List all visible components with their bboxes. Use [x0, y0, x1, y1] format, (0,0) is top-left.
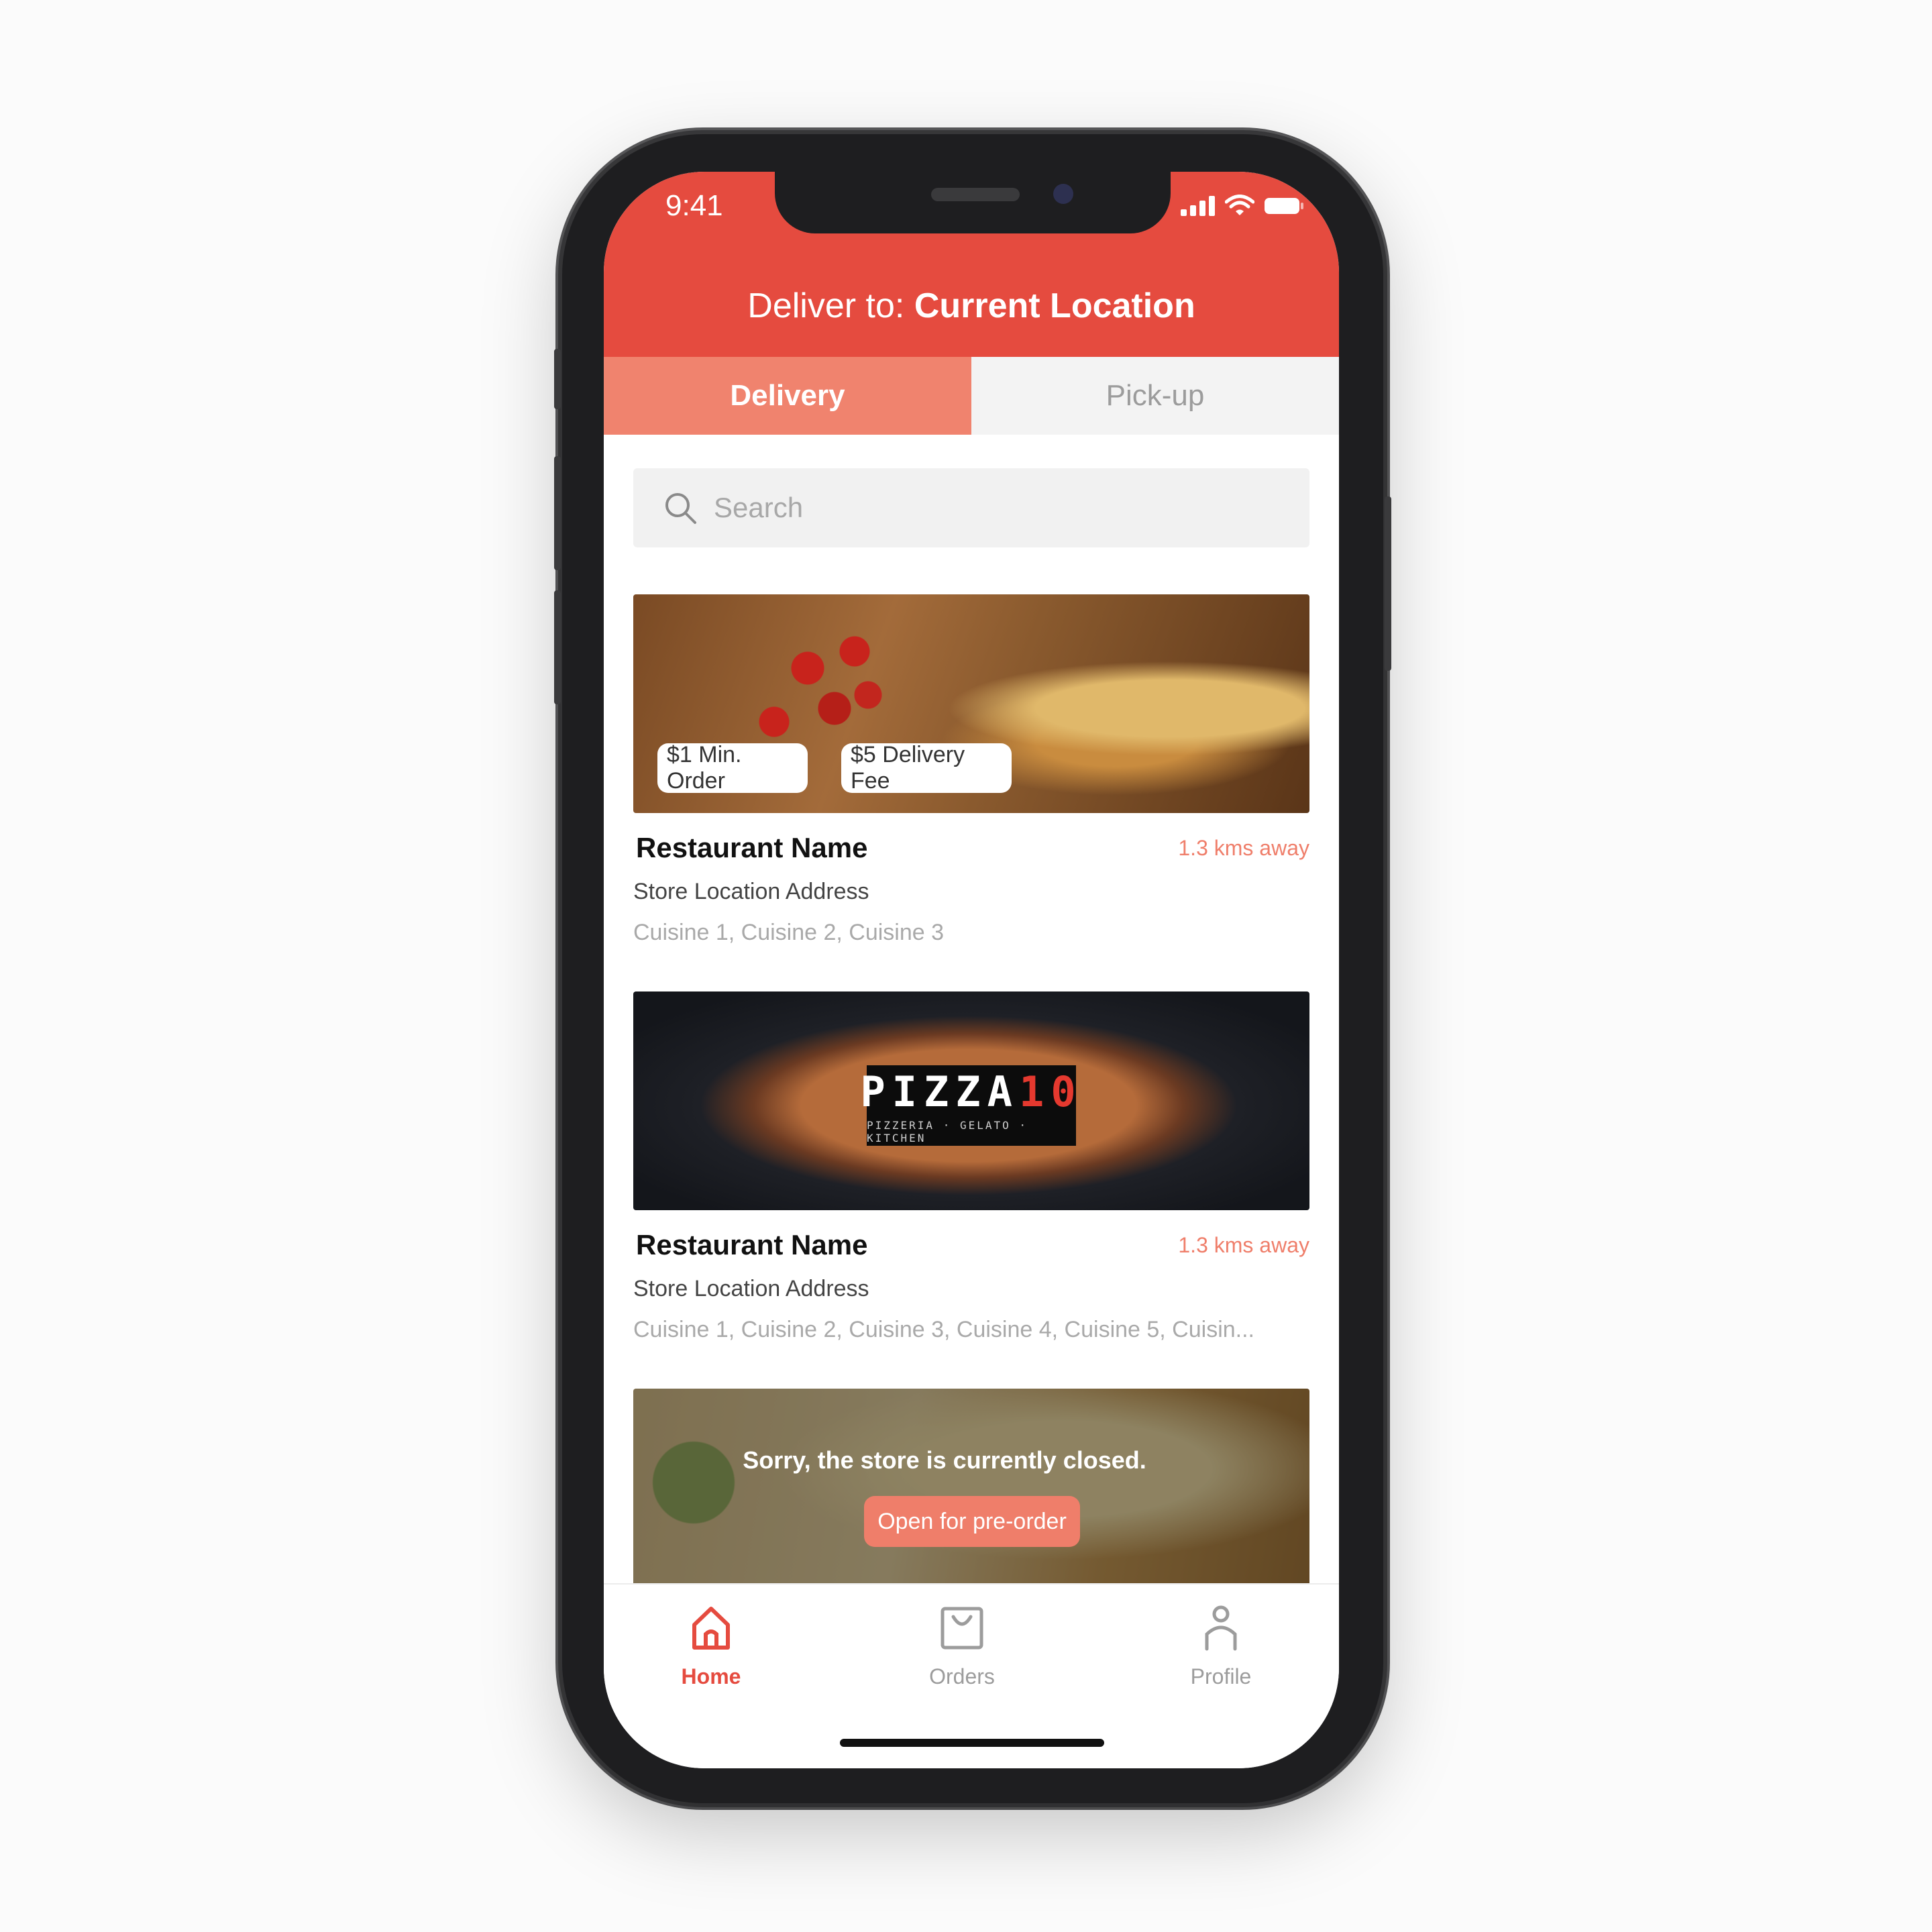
- logo-text: PIZZA: [860, 1067, 1019, 1116]
- notch: [775, 172, 1171, 233]
- tabbar-item-orders[interactable]: Orders: [895, 1605, 1029, 1689]
- delivery-location[interactable]: Deliver to: Current Location: [604, 286, 1339, 326]
- volume-down-button: [554, 590, 561, 704]
- search-icon: [665, 493, 696, 524]
- tab-pickup[interactable]: Pick-up: [971, 357, 1339, 435]
- home-indicator[interactable]: [840, 1739, 1104, 1747]
- restaurant-card[interactable]: PIZZA10 PIZZERIA · GELATO · KITCHEN Rest…: [633, 991, 1309, 1343]
- current-location-label: Current Location: [914, 286, 1195, 325]
- status-time: 9:41: [665, 189, 723, 222]
- restaurant-card[interactable]: $1 Min. Order $5 Delivery Fee Restaurant…: [633, 594, 1309, 946]
- person-icon: [1205, 1605, 1237, 1651]
- logo-number: 10: [1019, 1067, 1083, 1116]
- order-type-tabs: Delivery Pick-up: [604, 357, 1339, 435]
- restaurant-address: Store Location Address: [633, 1276, 869, 1301]
- restaurant-address: Store Location Address: [633, 879, 869, 904]
- tabbar-label-orders: Orders: [929, 1664, 995, 1688]
- status-icons: [1181, 195, 1304, 216]
- volume-up-button: [554, 456, 561, 570]
- restaurant-name: Restaurant Name: [636, 1229, 868, 1260]
- battery-icon: [1265, 198, 1303, 214]
- restaurant-image: PIZZA10 PIZZERIA · GELATO · KITCHEN: [633, 991, 1309, 1210]
- search-bar[interactable]: [633, 468, 1309, 547]
- bag-icon: [941, 1607, 983, 1650]
- app-screen: Deliver to: Current Location 9:41 Delive…: [604, 172, 1339, 1768]
- restaurant-logo: PIZZA10 PIZZERIA · GELATO · KITCHEN: [860, 1065, 1076, 1146]
- restaurant-distance: 1.3 kms away: [1178, 836, 1309, 860]
- tabbar-label-home: Home: [681, 1664, 741, 1688]
- restaurant-cuisines: Cuisine 1, Cuisine 2, Cuisine 3: [633, 920, 945, 945]
- mute-switch: [554, 349, 561, 409]
- restaurant-image: Sorry, the store is currently closed. Op…: [633, 1389, 1309, 1607]
- restaurant-distance: 1.3 kms away: [1178, 1233, 1309, 1257]
- preorder-button[interactable]: Open for pre-order: [864, 1496, 1080, 1547]
- power-button: [1385, 496, 1391, 671]
- search-input[interactable]: [712, 491, 1252, 525]
- signal-icon: [1181, 196, 1215, 216]
- restaurant-name: Restaurant Name: [636, 832, 868, 863]
- store-closed-message: Sorry, the store is currently closed.: [743, 1446, 1146, 1474]
- min-order-badge: $1 Min. Order: [657, 742, 808, 794]
- tabbar-label-profile: Profile: [1190, 1664, 1252, 1688]
- wifi-icon: [1225, 195, 1254, 215]
- restaurant-card-closed[interactable]: Sorry, the store is currently closed. Op…: [633, 1389, 1309, 1607]
- logo-subtitle: PIZZERIA · GELATO · KITCHEN: [867, 1118, 1028, 1144]
- tabbar-item-profile[interactable]: Profile: [1154, 1605, 1288, 1689]
- speaker: [931, 188, 1020, 201]
- restaurant-image: $1 Min. Order $5 Delivery Fee: [633, 594, 1309, 813]
- home-icon: [692, 1607, 730, 1650]
- tabbar-item-home[interactable]: Home: [644, 1605, 778, 1689]
- restaurant-cuisines: Cuisine 1, Cuisine 2, Cuisine 3, Cuisine…: [633, 1317, 1255, 1342]
- tab-delivery[interactable]: Delivery: [604, 357, 971, 435]
- deliver-to-label: Deliver to:: [747, 286, 914, 325]
- front-camera: [1053, 184, 1073, 204]
- delivery-fee-badge: $5 Delivery Fee: [841, 742, 1012, 794]
